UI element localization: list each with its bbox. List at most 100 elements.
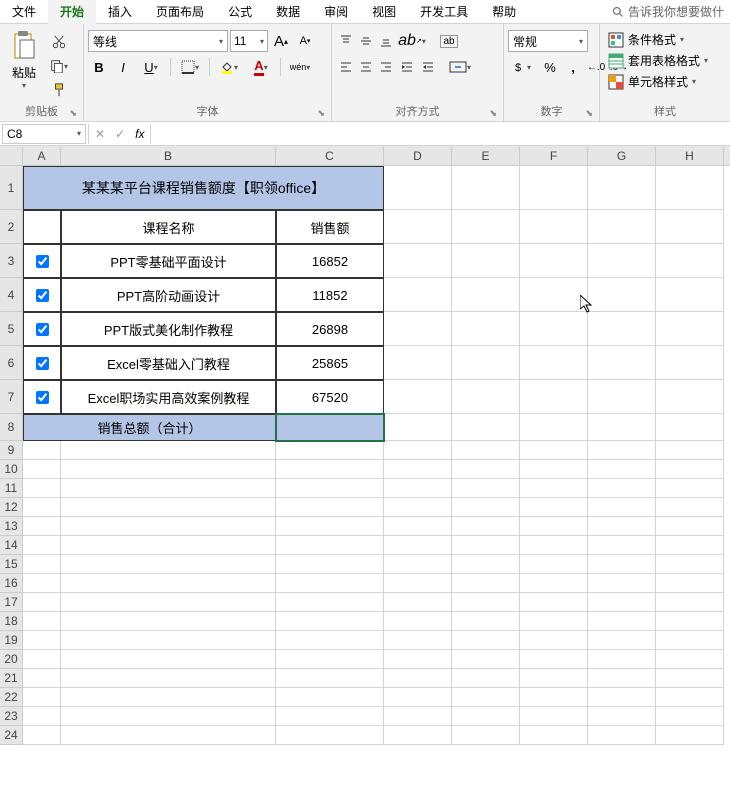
cell[interactable] <box>520 460 588 479</box>
row-header-8[interactable]: 8 <box>0 414 22 441</box>
cell[interactable] <box>656 536 724 555</box>
cell[interactable] <box>520 210 588 244</box>
cell[interactable] <box>23 555 61 574</box>
cell[interactable] <box>452 460 520 479</box>
tab-formulas[interactable]: 公式 <box>216 0 264 24</box>
cell[interactable] <box>520 726 588 745</box>
cell[interactable] <box>452 517 520 536</box>
cell[interactable] <box>452 346 520 380</box>
cell[interactable] <box>384 536 452 555</box>
cell[interactable] <box>588 517 656 536</box>
cell[interactable] <box>588 593 656 612</box>
cell[interactable] <box>588 631 656 650</box>
font-size-dropdown[interactable]: 11▾ <box>230 30 268 52</box>
cell[interactable] <box>452 669 520 688</box>
row-header-16[interactable]: 16 <box>0 574 22 593</box>
cell[interactable] <box>656 612 724 631</box>
cell[interactable] <box>61 536 276 555</box>
row-header-9[interactable]: 9 <box>0 441 22 460</box>
row-header-15[interactable]: 15 <box>0 555 22 574</box>
cell[interactable] <box>520 593 588 612</box>
row-header-24[interactable]: 24 <box>0 726 22 745</box>
cell[interactable] <box>588 669 656 688</box>
tab-insert[interactable]: 插入 <box>96 0 144 24</box>
clipboard-launcher[interactable]: ⬊ <box>69 108 77 119</box>
col-header-A[interactable]: A <box>23 146 61 165</box>
cell[interactable] <box>23 210 61 244</box>
cell[interactable] <box>23 498 61 517</box>
cell[interactable] <box>276 441 384 460</box>
merge-button[interactable]: ▾ <box>439 56 481 78</box>
cell[interactable] <box>61 669 276 688</box>
cell[interactable] <box>23 479 61 498</box>
cell[interactable] <box>588 346 656 380</box>
cell[interactable] <box>452 536 520 555</box>
align-top-button[interactable] <box>336 30 356 52</box>
cell[interactable] <box>452 380 520 414</box>
cut-button[interactable] <box>48 32 70 52</box>
cell[interactable] <box>276 631 384 650</box>
cell[interactable] <box>452 574 520 593</box>
row-header-19[interactable]: 19 <box>0 631 22 650</box>
cell[interactable] <box>61 479 276 498</box>
row-checkbox[interactable] <box>36 357 49 370</box>
cell[interactable] <box>23 726 61 745</box>
align-right-button[interactable] <box>376 56 396 78</box>
row-header-22[interactable]: 22 <box>0 688 22 707</box>
cell[interactable] <box>520 414 588 441</box>
cell[interactable] <box>452 312 520 346</box>
row-header-11[interactable]: 11 <box>0 479 22 498</box>
bold-button[interactable]: B <box>88 56 110 78</box>
cell[interactable] <box>520 574 588 593</box>
cell[interactable] <box>656 166 724 210</box>
cell[interactable] <box>276 574 384 593</box>
cell[interactable] <box>61 517 276 536</box>
indent-decrease-button[interactable] <box>397 56 417 78</box>
cell[interactable] <box>656 650 724 669</box>
row-header-20[interactable]: 20 <box>0 650 22 669</box>
cell[interactable] <box>452 166 520 210</box>
cell[interactable] <box>384 278 452 312</box>
row-header-7[interactable]: 7 <box>0 380 22 414</box>
cell[interactable]: PPT零基础平面设计 <box>61 244 276 278</box>
align-left-button[interactable] <box>336 56 356 78</box>
cell[interactable] <box>276 536 384 555</box>
cell[interactable] <box>23 460 61 479</box>
italic-button[interactable]: I <box>112 56 134 78</box>
cell[interactable] <box>588 555 656 574</box>
cell[interactable] <box>276 669 384 688</box>
cell[interactable] <box>384 380 452 414</box>
tab-developer[interactable]: 开发工具 <box>408 0 480 24</box>
cell[interactable] <box>384 669 452 688</box>
tab-file[interactable]: 文件 <box>0 0 48 24</box>
cell[interactable] <box>276 650 384 669</box>
format-painter-button[interactable] <box>48 80 70 100</box>
fill-color-button[interactable]: ▾ <box>214 56 244 78</box>
cell[interactable] <box>656 346 724 380</box>
cell[interactable] <box>588 210 656 244</box>
cell[interactable] <box>520 536 588 555</box>
cell[interactable] <box>520 555 588 574</box>
cell[interactable] <box>384 517 452 536</box>
border-button[interactable]: ▾ <box>175 56 205 78</box>
row-header-2[interactable]: 2 <box>0 210 22 244</box>
cell[interactable] <box>23 244 61 278</box>
cell[interactable] <box>276 460 384 479</box>
align-bottom-button[interactable] <box>376 30 396 52</box>
cell[interactable] <box>61 460 276 479</box>
cell[interactable] <box>452 479 520 498</box>
cell[interactable] <box>520 631 588 650</box>
cell[interactable] <box>276 479 384 498</box>
row-header-6[interactable]: 6 <box>0 346 22 380</box>
cell-style-button[interactable]: 单元格样式▾ <box>604 72 700 91</box>
cell[interactable] <box>452 688 520 707</box>
cell[interactable] <box>61 441 276 460</box>
cell[interactable] <box>520 441 588 460</box>
font-name-dropdown[interactable]: 等线▾ <box>88 30 228 52</box>
cell[interactable]: 67520 <box>276 380 384 414</box>
cell[interactable] <box>656 555 724 574</box>
cell[interactable] <box>23 669 61 688</box>
row-checkbox[interactable] <box>36 255 49 268</box>
cell[interactable] <box>23 631 61 650</box>
row-checkbox[interactable] <box>36 391 49 404</box>
